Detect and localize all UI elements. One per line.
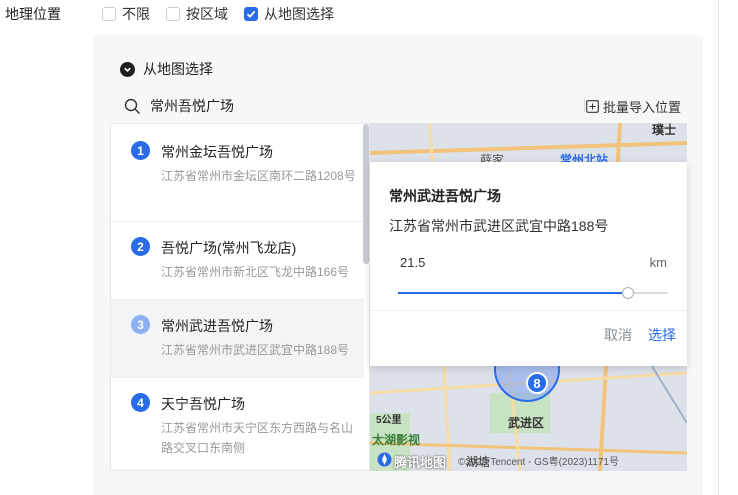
slider-handle[interactable] (622, 287, 634, 299)
compass-icon (377, 452, 392, 467)
checkbox-from-map[interactable] (244, 7, 258, 21)
result-address: 江苏省常州市武进区武宜中路188号 (161, 343, 350, 357)
batch-import-button[interactable]: 批量导入位置 (586, 97, 681, 116)
map-label: 武进区 (508, 416, 545, 430)
divider (370, 310, 687, 311)
divider (584, 98, 585, 112)
list-item[interactable]: 2 吾悦广场(常州飞龙店) 江苏省常州市新北区飞龙中路166号 (111, 222, 364, 300)
option-unlimited[interactable]: 不限 (102, 4, 150, 24)
search-icon (124, 98, 140, 114)
location-popup: 常州武进吾悦广场 江苏省常州市武进区武宜中路188号 21.5 km 取消 选择 (370, 162, 687, 366)
divider (718, 0, 719, 495)
radius-unit: km (649, 255, 667, 270)
index-badge: 2 (131, 237, 150, 256)
option-by-region[interactable]: 按区域 (166, 4, 228, 24)
list-item[interactable]: 1 常州金坛吾悦广场 江苏省常州市金坛区南环二路1208号 (111, 124, 364, 222)
check-icon (246, 10, 256, 18)
result-address: 江苏省常州市新北区飞龙中路166号 (161, 265, 350, 279)
list-item[interactable]: 4 天宁吾悦广场 江苏省常州市天宁区东方西路与名山路交叉口东南侧 (111, 378, 364, 470)
cancel-button[interactable]: 取消 (604, 325, 632, 345)
map-marker-cluster[interactable]: 8 (526, 372, 548, 394)
option-from-map[interactable]: 从地图选择 (244, 4, 334, 24)
map-scale: 5公里 (376, 415, 402, 426)
batch-import-label: 批量导入位置 (602, 100, 681, 115)
list-item[interactable]: 3 常州武进吾悦广场 江苏省常州市武进区武宜中路188号 (111, 300, 364, 378)
result-name: 常州武进吾悦广场 (161, 318, 273, 334)
result-name: 天宁吾悦广场 (161, 396, 245, 412)
radius-value: 21.5 (400, 255, 426, 270)
slider-fill (398, 292, 628, 294)
result-name: 吾悦广场(常州飞龙店) (161, 240, 297, 256)
result-address: 江苏省常州市天宁区东方西路与名山路交叉口东南侧 (161, 421, 354, 455)
index-badge: 4 (131, 393, 150, 412)
add-box-icon (586, 100, 599, 113)
index-badge: 1 (131, 141, 150, 160)
search-input[interactable]: 常州吾悦广场 (124, 96, 234, 116)
checkbox-unlimited[interactable] (102, 7, 116, 21)
option-from-map-label: 从地图选择 (264, 6, 334, 22)
map-label: 璞士 (652, 123, 677, 137)
option-unlimited-label: 不限 (122, 6, 150, 22)
panel-header-toggle[interactable]: 从地图选择 (120, 59, 213, 79)
map-copyright: ©2025 Tencent - GS粤(2023)1171号 (458, 457, 619, 468)
result-address: 江苏省常州市金坛区南环二路1208号 (161, 169, 356, 183)
field-label: 地理位置 (5, 6, 61, 22)
confirm-button[interactable]: 选择 (648, 325, 676, 345)
panel-title: 从地图选择 (143, 61, 213, 77)
map-label: 太湖影视 (372, 433, 421, 447)
checkbox-by-region[interactable] (166, 7, 180, 21)
result-list: 1 常州金坛吾悦广场 江苏省常州市金坛区南环二路1208号 2 吾悦广场(常州飞… (110, 123, 370, 471)
search-value: 常州吾悦广场 (150, 98, 234, 114)
option-by-region-label: 按区域 (186, 6, 228, 22)
popup-title: 常州武进吾悦广场 (389, 188, 501, 204)
geo-location-form: 地理位置 不限 按区域 从地图选择 从地图选择 常州吾悦广场 批量导入位置 1 … (0, 0, 738, 495)
popup-address: 江苏省常州市武进区武宜中路188号 (389, 218, 609, 234)
radius-slider[interactable] (398, 287, 668, 299)
index-badge: 3 (131, 315, 150, 334)
chevron-down-icon (120, 61, 135, 77)
result-name: 常州金坛吾悦广场 (161, 144, 273, 160)
list-scrollbar[interactable] (363, 124, 369, 264)
map-logo: 腾讯地图 (394, 455, 447, 470)
